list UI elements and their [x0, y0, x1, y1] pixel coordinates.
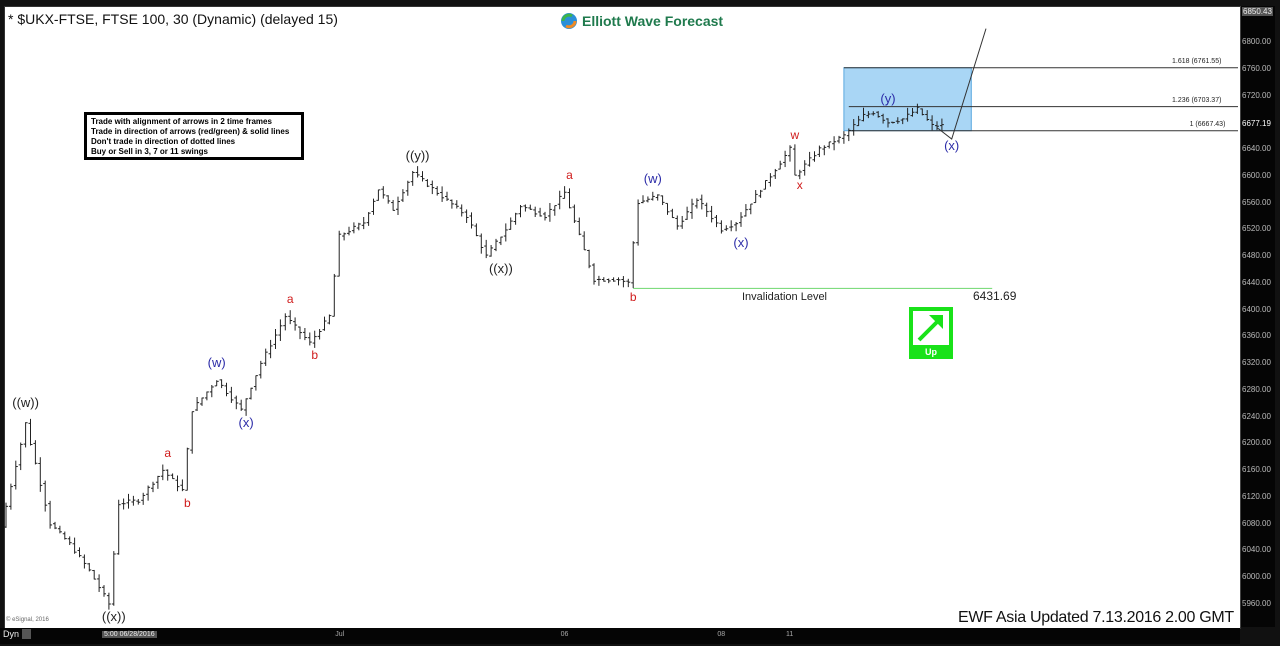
wave-label: (x) — [733, 234, 749, 250]
wave-label: (w) — [643, 171, 662, 187]
price-tick-label: 6600.00 — [1242, 170, 1271, 180]
price-tick-label: 6800.00 — [1242, 37, 1271, 46]
price-tick-label: 6040.00 — [1242, 545, 1271, 555]
price-tick-label: 6640.00 — [1242, 144, 1271, 154]
price-tick-label: 6560.00 — [1242, 197, 1271, 207]
price-tick-label: 6280.00 — [1242, 384, 1271, 394]
wave-label: b — [629, 290, 637, 305]
chart-title: * $UKX-FTSE, FTSE 100, 30 (Dynamic) (del… — [8, 11, 338, 27]
price-axis-max-label: 6850.43 — [1242, 7, 1273, 16]
chart-window: * $UKX-FTSE, FTSE 100, 30 (Dynamic) (del… — [0, 0, 1280, 646]
fib-level-label: 1 (6667.43) — [1189, 120, 1226, 128]
rule-line: Trade with alignment of arrows in 2 time… — [91, 117, 272, 126]
price-tick-label: 6080.00 — [1242, 518, 1271, 528]
time-tick-label: 08 — [717, 631, 726, 638]
price-tick-label: 6360.00 — [1242, 331, 1271, 341]
lock-icon[interactable] — [22, 629, 31, 639]
price-tick-label: 6440.00 — [1242, 277, 1271, 287]
cursor-time-label: 5:00 06/28/2016 — [102, 631, 157, 638]
invalidation-value: 6431.69 — [973, 289, 1017, 303]
wave-label: w — [790, 127, 800, 142]
rule-line: Buy or Sell in 3, 7 or 11 swings — [91, 147, 208, 156]
trading-rules-box: Trade with alignment of arrows in 2 time… — [84, 112, 304, 160]
price-tick-label: 6400.00 — [1242, 304, 1271, 314]
wave-label: x — [796, 177, 803, 192]
up-signal-badge: Up — [909, 307, 953, 359]
wave-label: ((x)) — [488, 261, 513, 277]
price-tick-label: 6760.00 — [1242, 63, 1271, 73]
time-tick-label: 06 — [560, 631, 569, 638]
rule-line: Trade in direction of arrows (red/green)… — [91, 127, 290, 136]
wave-label: ((y)) — [405, 147, 430, 163]
ewf-logo-icon — [561, 13, 577, 29]
price-tick-label: 6160.00 — [1242, 465, 1271, 475]
price-tick-label: 5960.00 — [1242, 599, 1271, 608]
wave-label: b — [183, 495, 191, 510]
price-tick-label: 6200.00 — [1242, 438, 1271, 448]
wave-label: (x) — [944, 137, 960, 153]
dynamic-mode-label[interactable]: Dyn — [3, 629, 19, 639]
wave-label: (w) — [207, 355, 226, 371]
wave-label: b — [311, 348, 319, 363]
price-tick-label: 6000.00 — [1242, 572, 1271, 582]
price-tick-label: 6240.00 — [1242, 411, 1271, 421]
up-arrow-icon — [913, 311, 949, 345]
brand-logo: Elliott Wave Forecast — [560, 12, 723, 30]
fib-level-label: 1.236 (6703.37) — [1172, 96, 1222, 104]
wave-label: a — [566, 167, 573, 182]
copyright: © eSignal, 2016 — [6, 617, 49, 623]
wave-label: (y) — [880, 90, 896, 106]
invalidation-label: Invalidation Level — [742, 291, 828, 303]
fib-level-label: 1.618 (6761.55) — [1172, 57, 1222, 65]
price-tick-label: 6520.00 — [1242, 224, 1271, 234]
time-tick-label: 11 — [786, 631, 794, 638]
logo-text: Elliott Wave Forecast — [582, 13, 724, 29]
wave-label: ((w)) — [12, 395, 39, 411]
price-tick-label: 6120.00 — [1242, 491, 1271, 501]
price-tick-label: 6720.00 — [1242, 90, 1271, 100]
time-tick-label: Jul — [335, 631, 345, 638]
chart-svg — [4, 28, 1238, 610]
price-tick-label: 6480.00 — [1242, 251, 1271, 261]
wave-label: a — [164, 445, 172, 460]
update-stamp: EWF Asia Updated 7.13.2016 2.00 GMT — [958, 609, 1234, 626]
up-signal-label: Up — [925, 347, 937, 357]
rule-line: Don't trade in direction of dotted lines — [91, 137, 236, 146]
wave-label: a — [286, 291, 294, 306]
last-price-label: 6677.19 — [1242, 119, 1271, 129]
wave-label: (x) — [238, 415, 254, 431]
wave-label: ((x)) — [101, 609, 126, 625]
price-tick-label: 6320.00 — [1242, 358, 1271, 368]
